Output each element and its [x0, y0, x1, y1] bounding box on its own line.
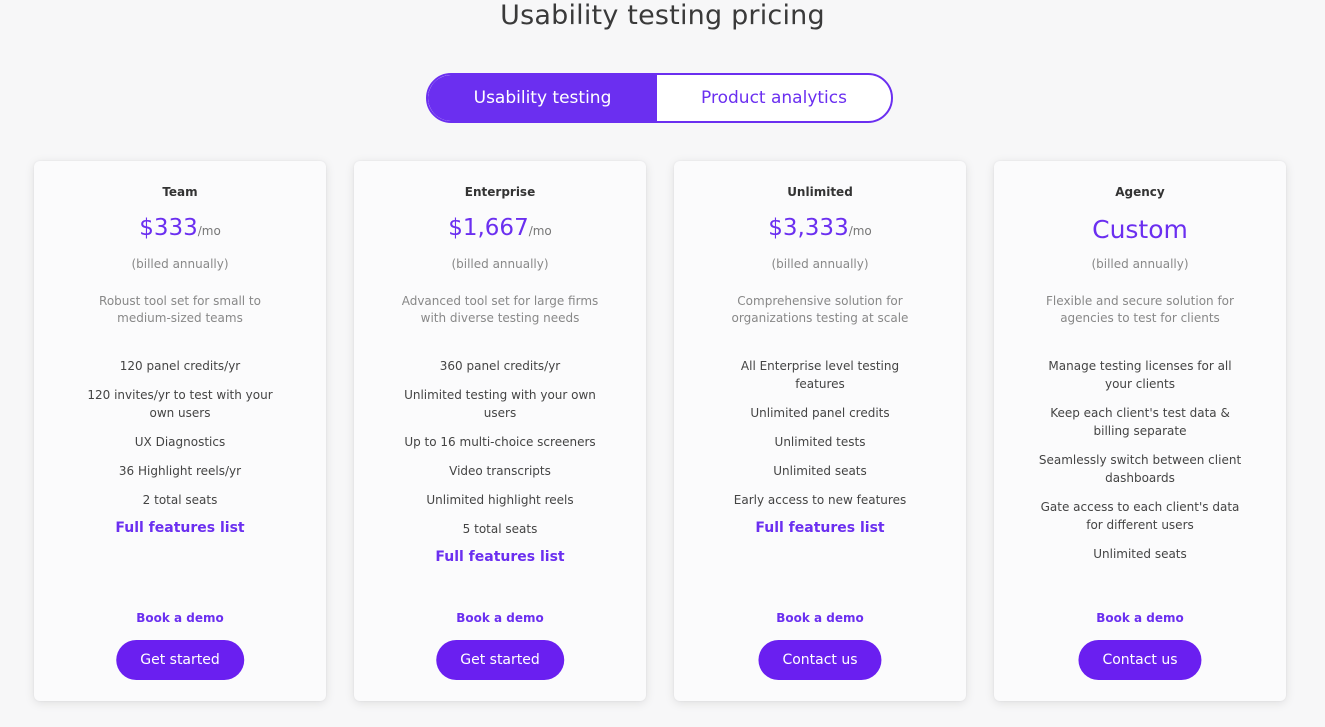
feature-item: Manage testing licenses for all your cli…: [1048, 359, 1232, 391]
feature-item: UX Diagnostics: [134, 435, 226, 449]
billing-note: (billed annually): [131, 257, 229, 271]
pricing-page: Usability testing pricing Usability test…: [0, 0, 1325, 727]
price-amount: $333: [139, 215, 198, 241]
feature-item: Keep each client's test data & billing s…: [1050, 406, 1230, 438]
feature-item: 2 total seats: [142, 493, 218, 507]
page-title: Usability testing pricing: [500, 0, 825, 31]
plan-price: $1,667/mo: [354, 215, 646, 241]
plan-name: Agency: [1115, 185, 1165, 199]
feature-item: Unlimited seats: [773, 464, 867, 478]
plan-description: Comprehensive solution for organizations…: [731, 294, 909, 325]
feature-item: Early access to new features: [733, 493, 907, 507]
feature-item: 120 invites/yr to test with your own use…: [87, 388, 273, 420]
price-amount: Custom: [1092, 215, 1188, 244]
price-period: /mo: [197, 224, 221, 238]
feature-item: Gate access to each client's data for di…: [1040, 500, 1240, 532]
book-demo-link[interactable]: Book a demo: [34, 611, 326, 625]
plan-description: Advanced tool set for large firms with d…: [401, 294, 599, 325]
feature-item: 5 total seats: [462, 522, 538, 536]
feature-item: 360 panel credits/yr: [439, 359, 561, 373]
plan-card-team: Team $333/mo (billed annually) Robust to…: [34, 161, 326, 701]
contact-us-button[interactable]: Contact us: [758, 640, 882, 680]
feature-item: 120 panel credits/yr: [119, 359, 241, 373]
price-amount: $1,667: [448, 215, 529, 241]
feature-item: Seamlessly switch between client dashboa…: [1038, 453, 1242, 485]
billing-note: (billed annually): [451, 257, 549, 271]
feature-list: 360 panel credits/yr Unlimited testing wi…: [395, 357, 605, 565]
price-period: /mo: [528, 224, 552, 238]
full-features-link[interactable]: Full features list: [395, 549, 605, 565]
pricing-type-toggle[interactable]: Usability testing Product analytics: [426, 73, 893, 123]
feature-item: Unlimited tests: [774, 435, 866, 449]
plan-price: $3,333/mo: [674, 215, 966, 241]
plan-price: $333/mo: [34, 215, 326, 241]
book-demo-link[interactable]: Book a demo: [674, 611, 966, 625]
feature-list: 120 panel credits/yr 120 invites/yr to te…: [75, 357, 285, 536]
get-started-button[interactable]: Get started: [116, 640, 244, 680]
feature-item: Unlimited panel credits: [750, 406, 890, 420]
plan-name: Team: [162, 185, 198, 199]
plan-description: Robust tool set for small to medium-size…: [99, 294, 261, 325]
feature-item: 36 Highlight reels/yr: [118, 464, 242, 478]
plan-description: Flexible and secure solution for agencie…: [1046, 294, 1234, 325]
book-demo-link[interactable]: Book a demo: [994, 611, 1286, 625]
feature-item: Unlimited seats: [1093, 547, 1187, 561]
feature-item: All Enterprise level testing features: [740, 359, 900, 391]
book-demo-link[interactable]: Book a demo: [354, 611, 646, 625]
plan-name: Unlimited: [787, 185, 853, 199]
plan-price: Custom: [994, 215, 1286, 244]
tab-product-analytics[interactable]: Product analytics: [657, 75, 891, 121]
full-features-link[interactable]: Full features list: [75, 520, 285, 536]
feature-list: Manage testing licenses for all your cli…: [1035, 357, 1245, 574]
plan-card-unlimited: Unlimited $3,333/mo (billed annually) Co…: [674, 161, 966, 701]
tab-usability-testing[interactable]: Usability testing: [428, 75, 657, 121]
price-period: /mo: [848, 224, 872, 238]
feature-item: Unlimited testing with your own users: [404, 388, 596, 420]
billing-note: (billed annually): [771, 257, 869, 271]
contact-us-button[interactable]: Contact us: [1078, 640, 1202, 680]
feature-item: Up to 16 multi-choice screeners: [404, 435, 596, 449]
feature-item: Video transcripts: [449, 464, 551, 478]
price-amount: $3,333: [768, 215, 849, 241]
full-features-link[interactable]: Full features list: [715, 520, 925, 536]
feature-list: All Enterprise level testing features Unl…: [715, 357, 925, 536]
billing-note: (billed annually): [1091, 257, 1189, 271]
plan-name: Enterprise: [464, 185, 536, 199]
plan-card-enterprise: Enterprise $1,667/mo (billed annually) A…: [354, 161, 646, 701]
plan-card-agency: Agency Custom (billed annually) Flexible…: [994, 161, 1286, 701]
feature-item: Unlimited highlight reels: [426, 493, 574, 507]
get-started-button[interactable]: Get started: [436, 640, 564, 680]
